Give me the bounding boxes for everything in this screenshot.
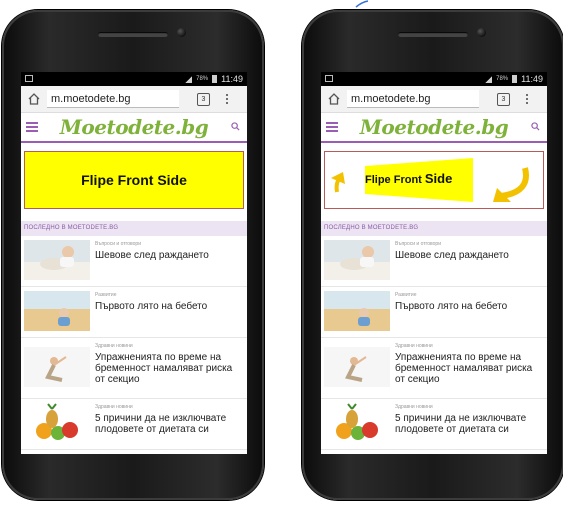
battery-percent: 78%	[196, 76, 209, 82]
battery-icon	[212, 75, 218, 83]
article-title[interactable]: Шевове след раждането	[395, 250, 509, 261]
article-thumbnail	[324, 291, 390, 331]
image-notification-icon	[325, 75, 333, 82]
article-title[interactable]: Упражненията по време на бременност нама…	[95, 352, 244, 385]
article-category: Здравни новини	[395, 404, 433, 410]
article-item[interactable]: Въпроси и отговори Шевове след раждането	[21, 236, 247, 287]
article-title[interactable]: Упражненията по време на бременност нама…	[395, 352, 544, 385]
menu-dots-icon[interactable]	[226, 94, 229, 104]
speaker-grille	[98, 32, 168, 37]
article-item[interactable]: Здравни новини 5 причини да не изключват…	[21, 399, 247, 450]
url-field[interactable]: m.moetodete.bg	[347, 90, 479, 108]
site-logo[interactable]: Moetodete.bg	[321, 115, 547, 139]
site-header: Moetodete.bg	[321, 113, 547, 143]
status-time: 11:49	[221, 74, 243, 84]
banner-text-side: Side	[424, 171, 453, 186]
article-title[interactable]: Първото лято на бебето	[395, 301, 507, 312]
status-bar: 78% 11:49	[321, 72, 547, 86]
article-item[interactable]: Здравни новини Упражненията по време на …	[321, 338, 547, 399]
phone-left: 78% 11:49 m.moetodete.bg 3 Moetodete.bg …	[2, 10, 264, 500]
corner-mark	[355, 0, 369, 8]
article-title[interactable]: 5 причини да не изключвате плодовете от …	[95, 413, 244, 435]
signal-icon	[485, 75, 493, 83]
status-bar: 78% 11:49	[21, 72, 247, 86]
article-title[interactable]: Първото лято на бебето	[95, 301, 207, 312]
article-category: Въпроси и отговори	[95, 241, 142, 247]
latest-section-label: ПОСЛЕДНО В MOETODETE.BG	[321, 221, 547, 236]
banner-text-front: Flipe Front	[365, 174, 422, 186]
phone-screen: 78% 11:49 m.moetodete.bg 3 Moetodete.bg …	[21, 72, 247, 454]
article-item[interactable]: Развитие Първото лято на бебето	[321, 287, 547, 338]
phone-screen: 78% 11:49 m.moetodete.bg 3 Moetodete.bg	[321, 72, 547, 454]
article-title[interactable]: 5 причини да не изключвате плодовете от …	[395, 413, 544, 435]
search-icon[interactable]	[231, 122, 240, 131]
signal-icon	[185, 75, 193, 83]
image-notification-icon	[25, 75, 33, 82]
article-thumbnail	[24, 403, 90, 443]
article-thumbnail	[24, 240, 90, 280]
battery-icon	[512, 75, 518, 83]
latest-section-label: ПОСЛЕДНО В MOETODETE.BG	[21, 221, 247, 236]
article-category: Развитие	[95, 292, 117, 298]
banner-text: Flipe Front Side	[365, 171, 452, 186]
front-camera	[477, 28, 486, 37]
ad-banner[interactable]: Flipe Front Side	[24, 151, 244, 209]
url-field[interactable]: m.moetodete.bg	[47, 90, 179, 108]
article-category: Здравни новини	[395, 343, 433, 349]
article-thumbnail	[24, 347, 90, 387]
article-title[interactable]: Шевове след раждането	[95, 250, 209, 261]
speaker-grille	[398, 32, 468, 37]
article-category: Здравни новини	[95, 404, 133, 410]
search-icon[interactable]	[531, 122, 540, 131]
article-item[interactable]: Въпроси и отговори Шевове след раждането	[321, 236, 547, 287]
article-thumbnail	[324, 403, 390, 443]
article-category: Развитие	[395, 292, 417, 298]
article-thumbnail	[24, 291, 90, 331]
site-logo[interactable]: Moetodete.bg	[21, 115, 247, 139]
article-item[interactable]: Здравни новини 5 причини да не изключват…	[321, 399, 547, 450]
battery-percent: 78%	[496, 76, 509, 82]
home-icon[interactable]	[327, 92, 341, 106]
article-category: Въпроси и отговори	[395, 241, 442, 247]
menu-dots-icon[interactable]	[526, 94, 529, 104]
article-category: Здравни новини	[95, 343, 133, 349]
article-thumbnail	[324, 240, 390, 280]
home-icon[interactable]	[27, 92, 41, 106]
browser-url-bar: m.moetodete.bg 3	[321, 86, 547, 113]
tabs-icon[interactable]: 3	[497, 92, 510, 106]
tabs-icon[interactable]: 3	[197, 92, 210, 106]
browser-url-bar: m.moetodete.bg 3	[21, 86, 247, 113]
article-item[interactable]: Развитие Първото лято на бебето	[21, 287, 247, 338]
front-camera	[177, 28, 186, 37]
article-thumbnail	[324, 347, 390, 387]
article-item[interactable]: Здравни новини Упражненията по време на …	[21, 338, 247, 399]
phone-right: 78% 11:49 m.moetodete.bg 3 Moetodete.bg	[302, 10, 563, 500]
status-time: 11:49	[521, 74, 543, 84]
site-header: Moetodete.bg	[21, 113, 247, 143]
ad-banner-animated[interactable]: Flipe Front Side	[324, 151, 544, 209]
